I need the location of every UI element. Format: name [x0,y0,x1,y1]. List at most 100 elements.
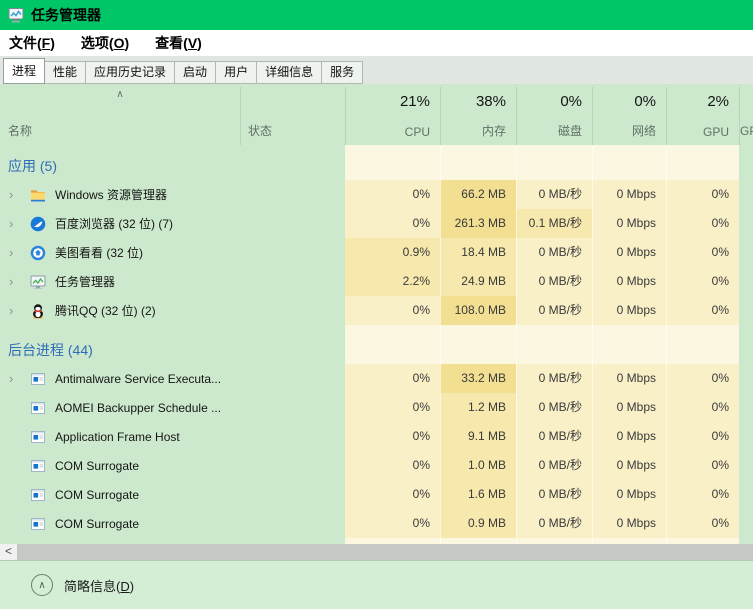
tab-services[interactable]: 服务 [321,61,363,84]
cell-mem: 1.6 MB [440,480,516,509]
menu-item-mnemonic: O [114,35,125,51]
menu-item-label: 文件( [9,35,42,51]
tab-details[interactable]: 详细信息 [256,61,321,84]
horizontal-scrollbar[interactable]: < [0,544,753,560]
process-name: COM Surrogate [55,488,139,502]
process-row[interactable]: COM Surrogate0%0.9 MB0 MB/秒0 Mbps0% [0,509,753,538]
cell-status [240,393,345,422]
cell-status [240,451,345,480]
process-row[interactable]: Application Frame Host0%9.1 MB0 MB/秒0 Mb… [0,422,753,451]
process-row[interactable]: COM Surrogate0%1.6 MB0 MB/秒0 Mbps0% [0,480,753,509]
scroll-left-button[interactable]: < [0,544,17,560]
cell-name: › 百度浏览器 (32 位) (7) [0,209,240,238]
cell-status [240,296,345,325]
expand-chevron-icon[interactable]: › [9,187,30,202]
menu-item-view[interactable]: 查看(V) [155,33,202,53]
cell-mem: 66.2 MB [440,180,516,209]
cell-net: 0 Mbps [592,393,666,422]
expand-chevron-icon[interactable]: › [9,216,30,231]
group-header-apps[interactable]: 应用 (5) [0,151,753,180]
column-divider [666,87,667,145]
menu-item-mnemonic: V [188,35,197,51]
cell-disk: 0 MB/秒 [516,509,592,538]
cell-status [240,267,345,296]
expand-chevron-icon[interactable]: › [9,245,30,260]
cell-gpu: 0% [666,480,739,509]
column-label-cpu: CPU [405,125,430,139]
tab-startup[interactable]: 启动 [174,61,215,84]
menu-item-file[interactable]: 文件(F) [9,33,55,53]
cell-cpu: 0% [345,209,440,238]
column-total-disk: 0% [560,93,582,110]
column-total-mem: 38% [476,93,506,110]
cell-status [240,209,345,238]
tab-users[interactable]: 用户 [215,61,256,84]
cell-gpu: 0% [666,451,739,480]
cell-disk: 0 MB/秒 [516,364,592,393]
column-header-net[interactable]: 0%网络 [592,84,666,145]
cell-disk: 0 MB/秒 [516,296,592,325]
cell-net: 0 Mbps [592,422,666,451]
tab-app-history[interactable]: 应用历史记录 [85,61,174,84]
cell-cpu: 0% [345,180,440,209]
cell-disk: 0 MB/秒 [516,238,592,267]
process-row[interactable]: AOMEI Backupper Schedule ...0%1.2 MB0 MB… [0,393,753,422]
expand-chevron-icon[interactable]: › [9,274,30,289]
column-header-disk[interactable]: 0%磁盘 [516,84,592,145]
expand-chevron-icon[interactable]: › [9,303,30,318]
cell-gpu: 0% [666,238,739,267]
cell-status [240,180,345,209]
column-header-mem[interactable]: 38%内存 [440,84,516,145]
column-divider [440,87,441,145]
expand-chevron-icon[interactable]: › [9,371,30,386]
cell-name: ›Antimalware Service Executa... [0,364,240,393]
cell-disk: 0 MB/秒 [516,451,592,480]
column-header-cpu[interactable]: 21%CPU [345,84,440,145]
column-header-gpu[interactable]: 2%GPU [666,84,739,145]
fewer-details-button[interactable]: ∧ 简略信息(D) [31,574,134,596]
process-row[interactable]: COM Surrogate0%1.0 MB0 MB/秒0 Mbps0% [0,451,753,480]
tab-processes[interactable]: 进程 [3,58,45,84]
process-row[interactable]: ›腾讯QQ (32 位) (2)0%108.0 MB0 MB/秒0 Mbps0% [0,296,753,325]
process-name: 腾讯QQ (32 位) (2) [55,302,156,319]
menu-item-options[interactable]: 选项(O) [81,33,129,53]
group-header-background-processes[interactable]: 后台进程 (44) [0,335,753,364]
chevron-up-circle-icon: ∧ [31,574,53,596]
process-row[interactable]: ›百度浏览器 (32 位) (7)0%261.3 MB0.1 MB/秒0 Mbp… [0,209,753,238]
menu-item-label: 查看( [155,35,188,51]
cell-disk: 0 MB/秒 [516,267,592,296]
column-header-name[interactable]: 名称 [8,122,32,139]
process-row[interactable]: ›美图看看 (32 位)0.9%18.4 MB0 MB/秒0 Mbps0% [0,238,753,267]
process-row[interactable]: ›Windows 资源管理器0%66.2 MB0 MB/秒0 Mbps0% [0,180,753,209]
cell-net: 0 Mbps [592,238,666,267]
cell-net: 0 Mbps [592,451,666,480]
column-header-gpu-engine[interactable]: GPU 引擎 [740,122,753,139]
cell-mem: 261.3 MB [440,209,516,238]
baidu-icon [30,216,46,232]
title-bar: 任务管理器 [0,0,753,30]
status-bar: ∧ 简略信息(D) [0,560,753,609]
process-name: 百度浏览器 (32 位) (7) [55,215,173,232]
cell-disk: 0.1 MB/秒 [516,209,592,238]
process-row[interactable]: ›任务管理器2.2%24.9 MB0 MB/秒0 Mbps0% [0,267,753,296]
cell-mem: 33.2 MB [440,364,516,393]
process-name: Windows 资源管理器 [55,186,167,203]
cell-gpu: 0% [666,180,739,209]
horizontal-scrollbar-thumb[interactable] [17,544,753,560]
cell-cpu: 0% [345,364,440,393]
cell-gpu: 0% [666,364,739,393]
menu-bar: 文件(F) 选项(O) 查看(V) [0,30,753,56]
cell-name: › 腾讯QQ (32 位) (2) [0,296,240,325]
column-header-status[interactable]: 状态 [248,122,272,139]
cell-net: 0 Mbps [592,296,666,325]
cell-name: Application Frame Host [0,422,240,451]
column-total-net: 0% [634,93,656,110]
generic-icon [30,487,46,503]
column-divider [739,87,740,145]
generic-icon [30,458,46,474]
cell-net: 0 Mbps [592,267,666,296]
process-row[interactable]: ›Antimalware Service Executa...0%33.2 MB… [0,364,753,393]
cell-cpu: 2.2% [345,267,440,296]
tab-performance[interactable]: 性能 [44,61,85,84]
cell-mem: 1.0 MB [440,451,516,480]
